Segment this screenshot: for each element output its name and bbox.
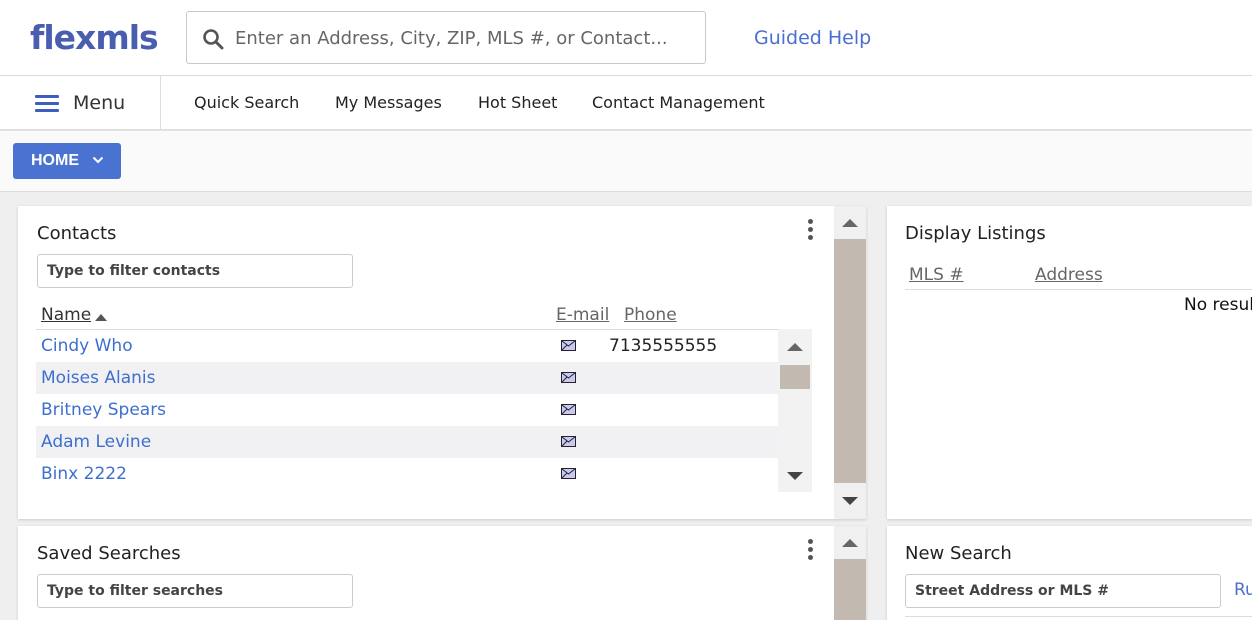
contacts-list-scrollbar[interactable] (778, 329, 812, 492)
contact-name-link[interactable]: Binx 2222 (41, 464, 127, 484)
display-listings-title: Display Listings (905, 223, 1046, 244)
email-column-header[interactable]: E-mail (556, 305, 609, 325)
sort-ascending-icon (95, 314, 107, 321)
scroll-down-icon[interactable] (842, 497, 858, 505)
contacts-title: Contacts (37, 223, 117, 244)
contacts-panel: Contacts Name E-mail Phone Cindy Who 713… (18, 206, 866, 519)
table-row: Cindy Who 7135555555 (36, 330, 796, 362)
new-search-title: New Search (905, 543, 1012, 564)
saved-searches-scrollbar[interactable] (834, 526, 866, 620)
search-icon (203, 29, 224, 50)
guided-help-link[interactable]: Guided Help (754, 27, 871, 49)
no-results-text: No resul (1184, 295, 1252, 315)
nav-contact-management[interactable]: Contact Management (592, 93, 765, 112)
nav-quick-search[interactable]: Quick Search (194, 93, 299, 112)
divider (905, 616, 1252, 617)
contacts-more-icon[interactable] (808, 219, 814, 241)
nav-hot-sheet[interactable]: Hot Sheet (478, 93, 557, 112)
table-row: Britney Spears (36, 394, 796, 426)
email-icon[interactable] (561, 468, 576, 479)
saved-searches-panel: Saved Searches (18, 526, 866, 620)
new-search-panel: New Search Ru (887, 526, 1252, 620)
email-icon[interactable] (561, 436, 576, 447)
contacts-panel-scrollbar[interactable] (834, 206, 866, 519)
scroll-up-icon[interactable] (842, 219, 858, 227)
saved-searches-more-icon[interactable] (808, 539, 814, 561)
contact-name-link[interactable]: Cindy Who (41, 336, 133, 356)
contact-name-link[interactable]: Moises Alanis (41, 368, 156, 388)
table-row: Moises Alanis (36, 362, 796, 394)
table-row: Adam Levine (36, 426, 796, 458)
email-icon[interactable] (561, 404, 576, 415)
scroll-down-icon[interactable] (787, 472, 803, 480)
home-label: HOME (31, 152, 79, 169)
email-icon[interactable] (561, 340, 576, 351)
name-column-header[interactable]: Name (41, 305, 91, 325)
scroll-up-icon[interactable] (787, 343, 803, 351)
menu-label: Menu (73, 92, 126, 114)
searches-filter-input[interactable] (37, 574, 353, 608)
contact-name-link[interactable]: Britney Spears (41, 400, 166, 420)
top-bar: flexmls Guided Help (0, 0, 1252, 76)
email-icon[interactable] (561, 372, 576, 383)
scroll-thumb[interactable] (780, 365, 810, 389)
run-search-link[interactable]: Ru (1234, 580, 1252, 600)
chevron-down-icon (92, 156, 104, 164)
nav-my-messages[interactable]: My Messages (335, 93, 442, 112)
home-bar: HOME (0, 131, 1252, 192)
menu-button[interactable]: Menu (0, 76, 161, 130)
search-input[interactable] (235, 22, 690, 54)
nav-bar: Menu Quick Search My Messages Hot Sheet … (0, 76, 1252, 130)
flexmls-logo[interactable]: flexmls (30, 18, 159, 57)
header-divider (905, 289, 1252, 290)
table-row: Binx 2222 (36, 458, 796, 490)
global-search[interactable] (186, 11, 706, 64)
hamburger-icon (35, 95, 59, 113)
scroll-up-icon[interactable] (842, 539, 858, 547)
contact-name-link[interactable]: Adam Levine (41, 432, 151, 452)
address-column-header[interactable]: Address (1035, 265, 1103, 285)
contact-phone: 7135555555 (609, 336, 718, 356)
display-listings-panel: Display Listings MLS # Address No resul (887, 206, 1252, 519)
scroll-thumb[interactable] (834, 559, 866, 620)
phone-column-header[interactable]: Phone (624, 305, 677, 325)
mls-column-header[interactable]: MLS # (909, 265, 964, 285)
home-dropdown-button[interactable]: HOME (13, 143, 121, 179)
scroll-thumb[interactable] (834, 239, 866, 483)
saved-searches-title: Saved Searches (37, 543, 181, 564)
address-mls-input[interactable] (905, 574, 1221, 608)
contacts-filter-input[interactable] (37, 254, 353, 288)
